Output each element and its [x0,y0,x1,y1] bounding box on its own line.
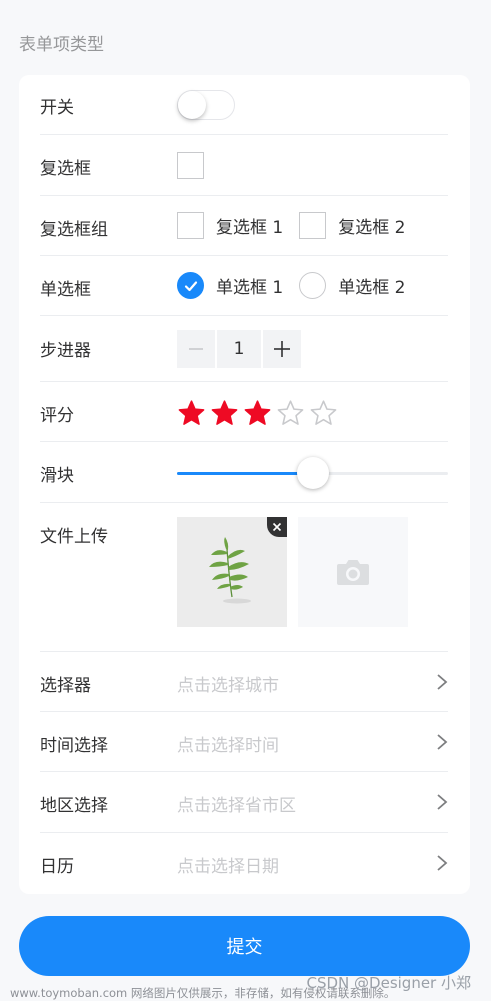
checkbox-option-2-label: 复选框 2 [338,218,406,238]
rate-label: 评分 [40,406,74,426]
section-title: 表单项类型 [19,35,104,55]
calendar-row[interactable]: 日历 点击选择日期 [40,833,448,893]
camera-icon [337,560,369,585]
picker-label: 选择器 [40,676,91,696]
switch-row: 开关 [40,75,448,135]
checkbox-group-label: 复选框组 [40,220,108,240]
site-watermark: www.toymoban.com 网络图片仅供展示，非存储，如有侵权请联系删除。 [10,986,396,1000]
slider-thumb[interactable] [296,457,329,489]
chevron-right-icon [437,794,448,810]
slider-track[interactable] [177,457,448,489]
time-placeholder[interactable]: 点击选择时间 [177,731,279,756]
uploader-row: 文件上传 [40,503,448,652]
uploaded-image-preview[interactable] [177,517,287,627]
stepper-label: 步进器 [40,341,91,361]
minus-icon [189,348,203,350]
area-label: 地区选择 [40,796,108,816]
radio-option-1-label: 单选框 1 [216,278,284,298]
star-empty-icon[interactable] [309,399,338,428]
checkbox-row: 复选框 [40,135,448,196]
slider-label: 滑块 [40,466,74,486]
uploader-label: 文件上传 [40,527,108,547]
star-filled-icon[interactable] [243,399,272,428]
switch-knob [178,91,206,119]
time-label: 时间选择 [40,736,108,756]
star-filled-icon[interactable] [210,399,239,428]
switch-toggle[interactable] [177,90,235,120]
time-row[interactable]: 时间选择 点击选择时间 [40,712,448,772]
radio-row: 单选框 单选框 1 单选框 2 [40,256,448,316]
slider-row: 滑块 [40,442,448,503]
radio-option-2[interactable]: 单选框 2 [299,272,405,299]
checkbox-label: 复选框 [40,159,91,179]
close-icon [272,522,282,532]
star-filled-icon[interactable] [177,399,206,428]
radio-option-1[interactable]: 单选框 1 [177,272,283,299]
picker-row[interactable]: 选择器 点击选择城市 [40,652,448,712]
stepper-input[interactable]: 1 [217,330,261,368]
star-empty-icon[interactable] [276,399,305,428]
upload-add-button[interactable] [298,517,408,627]
chevron-right-icon [437,855,448,871]
form-card: 开关 复选框 复选框组 复选框 1 复选框 2 单选框 单选框 1 单选框 2 … [19,75,470,894]
switch-label: 开关 [40,98,74,118]
calendar-label: 日历 [40,857,74,877]
chevron-right-icon [437,734,448,750]
checkbox-option-1[interactable]: 复选框 1 [177,212,283,239]
calendar-placeholder[interactable]: 点击选择日期 [177,852,279,877]
plus-icon [274,341,290,357]
chevron-right-icon [437,674,448,690]
radio-label: 单选框 [40,280,91,300]
area-placeholder[interactable]: 点击选择省市区 [177,791,296,816]
picker-placeholder[interactable]: 点击选择城市 [177,671,279,696]
area-row[interactable]: 地区选择 点击选择省市区 [40,772,448,833]
checkbox[interactable] [177,152,204,179]
stepper-plus-button[interactable] [263,330,301,368]
radio-option-2-label: 单选框 2 [338,278,406,298]
rate-row: 评分 [40,382,448,442]
submit-button[interactable]: 提交 [19,916,470,976]
checkbox-option-1-label: 复选框 1 [216,218,284,238]
checkbox-option-2[interactable]: 复选框 2 [299,212,405,239]
slider-fill [177,472,313,475]
stepper-minus-button[interactable] [177,330,215,368]
checkbox-group-row: 复选框组 复选框 1 复选框 2 [40,196,448,256]
rate-stars[interactable] [177,399,338,428]
check-icon [177,272,204,299]
stepper-row: 步进器 1 [40,316,448,382]
